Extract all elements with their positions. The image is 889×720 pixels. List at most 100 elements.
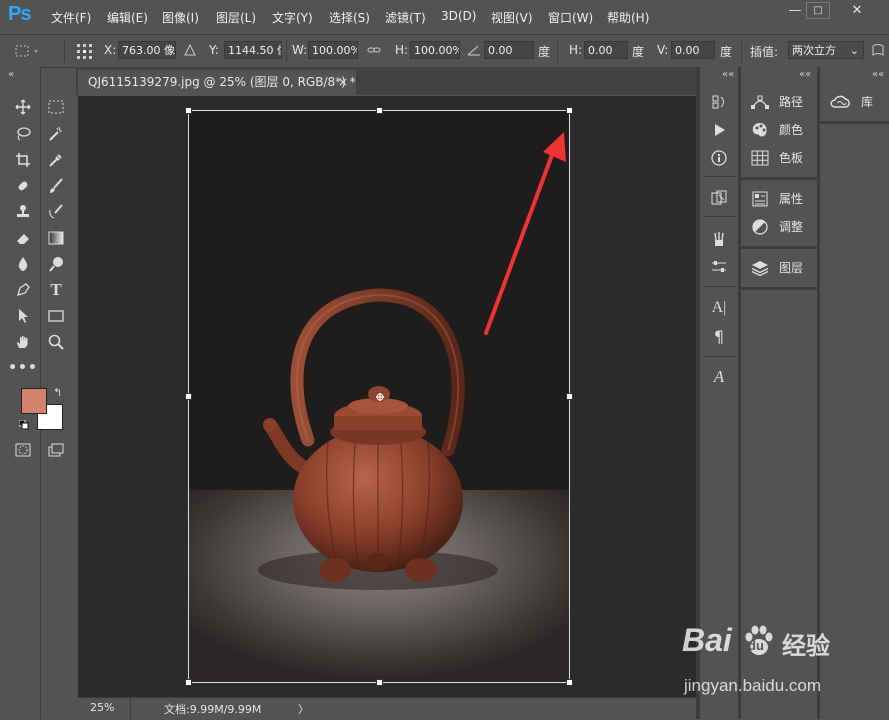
separator — [704, 216, 736, 217]
close-tab-icon[interactable]: × — [338, 70, 348, 94]
width-field[interactable]: 100.00% — [308, 41, 358, 59]
rotate-angle-field[interactable]: 0.00 — [484, 41, 534, 59]
gradient-tool-icon[interactable] — [47, 229, 65, 247]
eraser-tool-icon[interactable] — [14, 229, 32, 247]
transform-handle-top[interactable] — [376, 107, 383, 114]
collapse-arrows-icon[interactable]: «« — [799, 69, 811, 80]
history-brush-tool-icon[interactable] — [47, 203, 65, 221]
menu-view[interactable]: 视图(V) — [491, 9, 533, 26]
transform-handle-bottom-right[interactable] — [566, 679, 573, 686]
panel-layers[interactable]: 图层 — [751, 259, 803, 276]
more-tools-icon[interactable]: ••• — [8, 359, 37, 377]
status-bar: 25% 文档:9.99M/9.99M 〉 — [78, 697, 696, 720]
panel-group-divider — [820, 121, 889, 124]
panel-adjustments-label: 调整 — [779, 220, 804, 234]
paths-icon — [751, 95, 769, 109]
collapse-arrows-icon[interactable]: « — [8, 69, 14, 80]
status-menu-arrow[interactable]: 〉 — [298, 701, 309, 717]
menu-help[interactable]: 帮助(H) — [607, 9, 649, 26]
panel-color[interactable]: 颜色 — [751, 121, 803, 138]
screen-mode-icon[interactable] — [47, 441, 65, 459]
watermark-du: du — [748, 638, 764, 653]
menu-edit[interactable]: 编辑(E) — [107, 9, 148, 26]
warp-mode-icon[interactable] — [871, 43, 885, 60]
separator — [130, 698, 131, 720]
move-tool-icon[interactable] — [14, 98, 32, 116]
transform-handle-right[interactable] — [566, 393, 573, 400]
link-icon[interactable] — [367, 44, 381, 59]
type-tool-icon[interactable]: T — [47, 280, 65, 299]
menu-select[interactable]: 选择(S) — [329, 9, 370, 26]
menu-layer[interactable]: 图层(L) — [216, 9, 256, 26]
tool-preset-picker[interactable] — [12, 42, 42, 60]
v-skew-field[interactable]: 0.00 — [671, 41, 715, 59]
dodge-tool-icon[interactable] — [47, 255, 65, 273]
layers-icon — [751, 260, 769, 276]
transform-handle-left[interactable] — [185, 393, 192, 400]
panel-swatches[interactable]: 色板 — [751, 149, 803, 166]
separator — [704, 286, 736, 287]
menu-3d[interactable]: 3D(D) — [441, 9, 476, 23]
menu-image[interactable]: 图像(I) — [162, 9, 199, 26]
brush-presets-icon[interactable] — [710, 230, 728, 248]
actions-play-icon[interactable] — [710, 121, 728, 139]
character-icon[interactable]: A| — [710, 299, 728, 317]
eyedropper-tool-icon[interactable] — [47, 151, 65, 169]
rectangle-tool-icon[interactable] — [47, 307, 65, 325]
h-label: H: — [395, 43, 409, 57]
transform-handle-top-right[interactable] — [566, 107, 573, 114]
document-image[interactable] — [188, 110, 569, 682]
hand-tool-icon[interactable] — [14, 333, 32, 351]
magic-wand-tool-icon[interactable] — [47, 125, 65, 143]
marquee-tool-icon[interactable] — [47, 98, 65, 116]
glyphs-icon[interactable]: A — [710, 367, 728, 386]
clone-stamp-tool-icon[interactable] — [14, 203, 32, 221]
menu-window[interactable]: 窗口(W) — [548, 9, 593, 26]
zoom-level[interactable]: 25% — [90, 701, 114, 714]
transform-handle-top-left[interactable] — [185, 107, 192, 114]
reference-point-locator[interactable] — [75, 42, 93, 60]
foreground-color-swatch[interactable] — [21, 388, 47, 414]
height-field[interactable]: 100.00% — [410, 41, 460, 59]
panel-paths[interactable]: 路径 — [751, 93, 803, 110]
channels-icon[interactable] — [710, 189, 728, 207]
menu-file[interactable]: 文件(F) — [51, 9, 91, 26]
lasso-tool-icon[interactable] — [14, 125, 32, 143]
path-selection-tool-icon[interactable] — [14, 307, 32, 325]
history-icon[interactable] — [710, 93, 728, 111]
panel-properties[interactable]: 属性 — [751, 190, 803, 207]
info-icon[interactable] — [710, 149, 728, 167]
menu-filter[interactable]: 滤镜(T) — [385, 9, 426, 26]
blur-tool-icon[interactable] — [14, 255, 32, 273]
maximize-button[interactable]: □ — [806, 2, 830, 19]
transform-handle-bottom[interactable] — [376, 679, 383, 686]
crop-tool-icon[interactable] — [14, 151, 32, 169]
h-skew-field[interactable]: 0.00 — [584, 41, 628, 59]
panel-libraries[interactable]: 库 — [829, 93, 873, 110]
pen-tool-icon[interactable] — [14, 281, 32, 299]
panel-group-divider — [741, 287, 817, 290]
paragraph-icon[interactable]: ¶ — [710, 327, 728, 346]
menu-bar: Ps 文件(F) 编辑(E) 图像(I) 图层(L) 文字(Y) 选择(S) 滤… — [0, 0, 889, 33]
delta-icon[interactable] — [184, 43, 196, 59]
default-colors-icon[interactable] — [18, 419, 29, 433]
y-field[interactable]: 1144.50 像 — [224, 41, 282, 59]
teapot-image — [258, 288, 498, 590]
transform-handle-bottom-left[interactable] — [185, 679, 192, 686]
quick-mask-icon[interactable] — [14, 441, 32, 459]
document-tab[interactable]: QJ6115139279.jpg @ 25% (图层 0, RGB/8*) * … — [78, 70, 356, 95]
move-transform-icon — [15, 45, 38, 57]
menu-type[interactable]: 文字(Y) — [272, 9, 313, 26]
panel-color-label: 颜色 — [779, 123, 804, 137]
zoom-tool-icon[interactable] — [47, 333, 65, 351]
close-button[interactable]: ✕ — [842, 0, 872, 20]
panel-adjustments[interactable]: 调整 — [751, 218, 803, 235]
brush-settings-icon[interactable] — [710, 258, 728, 276]
collapse-arrows-icon[interactable]: «« — [872, 69, 884, 80]
x-field[interactable]: 763.00 像素 — [118, 41, 176, 59]
interpolation-select[interactable]: 两次立方 ⌄ — [788, 41, 864, 59]
collapse-arrows-icon[interactable]: «« — [722, 69, 734, 80]
healing-brush-tool-icon[interactable] — [14, 177, 32, 195]
brush-tool-icon[interactable] — [47, 177, 65, 195]
swap-colors-icon[interactable]: ↰ — [53, 386, 62, 399]
